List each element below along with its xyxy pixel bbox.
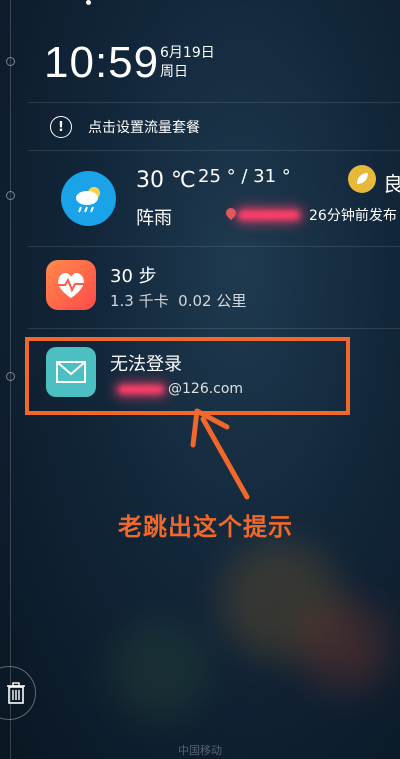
mail-icon[interactable] [46,347,96,397]
page-indicator [86,0,91,5]
divider [28,246,400,247]
clock-time: 10:59 [44,38,160,87]
calories: 1.3 千卡 [110,292,169,310]
data-plan-row[interactable]: ! 点击设置流量套餐 [50,116,200,138]
data-plan-text: 点击设置流量套餐 [88,120,200,136]
cloud-rain-icon [75,186,100,212]
envelope-icon [56,361,86,383]
info-icon: ! [50,116,72,138]
distance: 0.02 公里 [178,292,247,310]
health-icon[interactable] [46,260,96,310]
timeline-dot [6,57,15,66]
redaction-mark [238,210,300,220]
weekday-label: 周日 [160,64,188,80]
date-block: 6月19日 周日 [160,44,215,82]
arrow-icon [190,408,250,500]
temperature-range: 25 ° / 31 ° [198,166,291,187]
timeline-dot [6,191,15,200]
mail-notification-title[interactable]: 无法登录 [110,350,182,376]
clear-notifications-button[interactable] [0,666,36,720]
annotation-text: 老跳出这个提示 [118,513,293,541]
location-icon [223,205,239,221]
bokeh-decoration [110,620,210,720]
timeline-dot [6,372,15,381]
redaction-mark [118,385,164,394]
heart-pulse-icon [58,273,84,298]
step-count: 30 步 [110,266,157,287]
health-details: 1.3 千卡 0.02 公里 [110,290,246,311]
air-quality-label: 良 [383,172,400,196]
current-temperature: 30 ℃ [136,168,196,193]
weather-published-time: 26分钟前发布 [309,208,397,224]
bokeh-decoration [300,600,390,690]
date-label: 6月19日 [160,45,215,61]
divider [28,328,400,329]
weather-condition: 阵雨 [136,208,172,229]
divider [28,102,400,103]
weather-icon[interactable] [61,171,116,226]
carrier-label: 中国移动 [178,744,222,757]
divider [28,150,400,151]
trash-icon [7,682,25,704]
mail-address: @126.com [168,381,244,397]
leaf-icon [348,165,376,193]
